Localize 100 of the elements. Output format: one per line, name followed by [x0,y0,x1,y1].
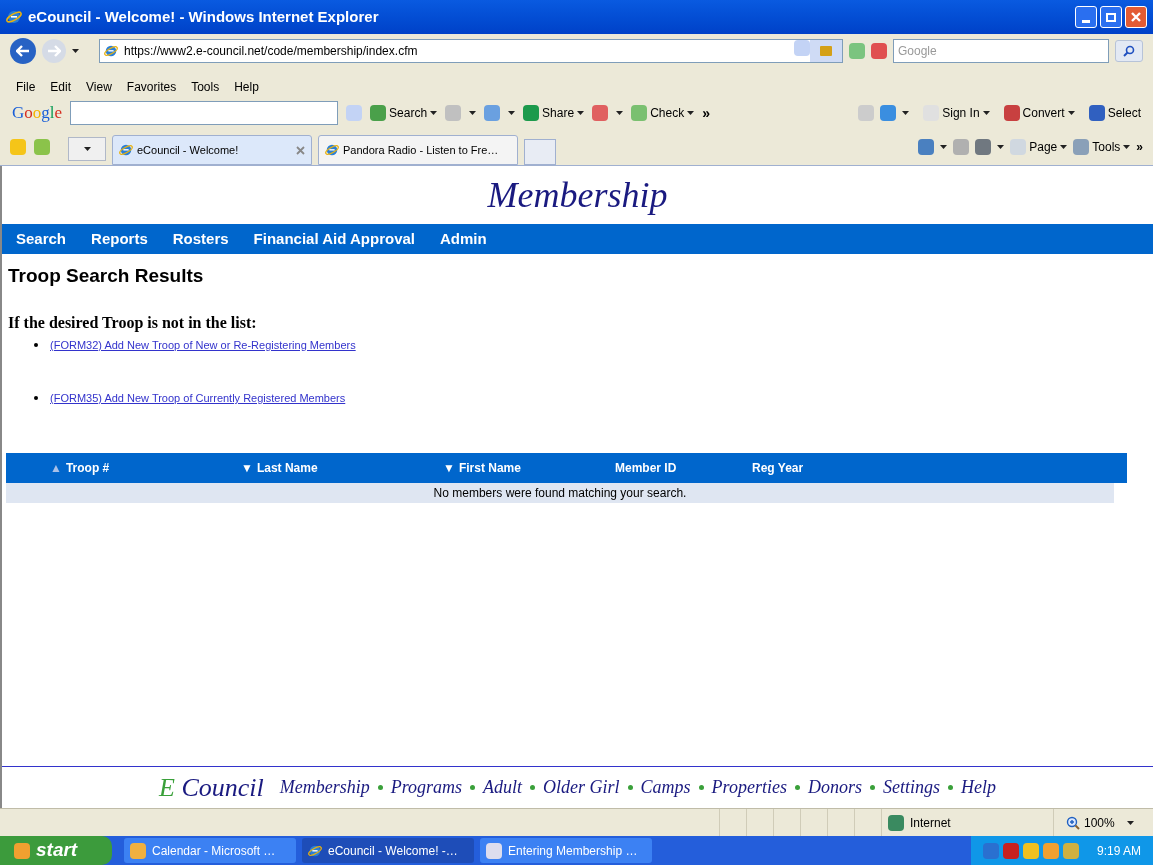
url-text: https://www2.e-council.net/code/membership/index.cfm [124,43,418,60]
footer-link[interactable]: Membership [279,774,370,801]
caret-icon[interactable] [83,147,91,151]
sort-arrow-icon[interactable]: ▼ [443,458,455,477]
footer-link[interactable]: Properties [711,774,787,801]
back-arrow-icon[interactable] [16,45,30,57]
footer-link[interactable]: Older Girl [543,774,620,801]
toolbar-button[interactable]: Convert [1003,104,1075,122]
globe-e-icon [308,843,322,858]
caret-icon[interactable] [1060,144,1068,149]
security-zone: Internet [910,814,951,832]
bullet-icon [627,785,633,790]
toolbar-button[interactable]: Select [1088,104,1141,122]
caret-icon[interactable] [577,111,585,115]
taskbar-button[interactable]: Entering Membership … [480,838,652,863]
globe-e-icon [325,143,339,157]
command-button[interactable]: Page [1010,137,1068,156]
caret-icon[interactable] [997,144,1005,149]
caret-icon[interactable] [616,111,624,115]
bullet-icon [470,785,476,790]
bullet-icon [530,785,536,790]
start-button[interactable]: start [0,836,112,865]
footer-link[interactable]: Help [960,774,996,801]
caret-icon[interactable] [1067,111,1075,115]
globe-e-icon [6,9,22,25]
footer-link[interactable]: Programs [390,774,463,801]
bullet-icon [794,785,800,790]
zoom-icon[interactable] [1066,815,1080,830]
zoom-level[interactable]: 100% [1084,813,1115,832]
caret-icon[interactable] [902,111,910,115]
column-header[interactable]: ▼ Last Name [241,458,443,477]
footer-link[interactable]: Donors [807,774,862,801]
form-link[interactable]: (FORM32) Add New Troop of New or Re-Registering Members [50,336,356,353]
padlock-icon[interactable] [810,40,842,62]
empty-result-row: No members were found matching your search. [6,482,1114,503]
clock: 9:19 AM [1096,842,1141,860]
caret-icon[interactable] [469,111,477,115]
search-field[interactable]: Google [893,39,1109,63]
google-logo: Google [12,102,63,125]
bullet-icon [34,342,38,347]
nav-link[interactable]: Financial Aid Approval [253,227,415,251]
caret-icon[interactable] [1123,144,1131,149]
nav-link[interactable]: Search [16,227,67,251]
nav-link[interactable]: Reports [91,227,148,251]
bullet-icon [947,785,953,790]
search-button[interactable] [1115,40,1143,62]
new-tab-button[interactable] [524,139,556,165]
address-field[interactable]: https://www2.e-council.net/code/membership/index.cfm [99,39,843,63]
toolbar-button[interactable]: Check [631,104,695,122]
restore-button[interactable] [1100,6,1122,28]
menu-item[interactable]: File [16,78,36,96]
caret-icon[interactable] [508,111,516,115]
toolbar-button[interactable]: » [702,102,710,124]
footer-link[interactable]: Camps [640,774,691,801]
back-button[interactable] [10,38,36,64]
column-header[interactable]: Reg Year [752,458,872,477]
close-tab-icon[interactable] [296,145,305,155]
globe-e-icon [104,44,118,58]
toolbar-button[interactable]: Share [523,104,585,122]
footer-link[interactable]: Settings [882,774,940,801]
bullet-icon [698,785,704,790]
instructions-heading: If the desired Troop is not in the list: [7,312,258,334]
results-heading: Troop Search Results [7,264,205,288]
column-header[interactable]: ▼ First Name [443,458,615,477]
nav-link[interactable]: Rosters [172,227,229,251]
caret-icon[interactable] [687,111,695,115]
bullet-icon [34,396,38,401]
toolbar-button[interactable]: Sign In [923,104,990,122]
taskbar-button[interactable]: Calendar - Microsoft … [124,838,296,863]
google-search-field[interactable] [70,101,339,125]
browser-tab[interactable]: Pandora Radio - Listen to Fre… [318,135,518,165]
menu-item[interactable]: Edit [50,78,72,96]
bullet-icon [869,785,875,790]
command-button[interactable]: Tools [1073,137,1131,156]
toolbar-button[interactable]: Search [370,104,438,122]
command-button[interactable]: » [1136,137,1143,156]
minimize-button[interactable] [1075,6,1097,28]
menu-item[interactable]: Help [234,78,259,96]
nav-link[interactable]: Admin [440,227,487,251]
browser-tab[interactable]: eCouncil - Welcome! [112,135,312,165]
globe-e-icon [119,143,133,157]
column-header[interactable]: Member ID [615,458,752,477]
form-link[interactable]: (FORM35) Add New Troop of Currently Registered Members [50,390,346,407]
caret-icon[interactable] [982,111,990,115]
window-title: eCouncil - Welcome! - Windows Internet Explorer [28,6,379,27]
column-header[interactable]: ▲ Troop # [6,458,241,477]
sort-arrow-icon[interactable]: ▼ [241,458,253,477]
footer-link[interactable]: Adult [483,774,523,801]
caret-icon[interactable] [72,49,79,53]
page-title: Membership [486,174,669,217]
caret-icon[interactable] [430,111,438,115]
close-icon[interactable] [1130,11,1142,23]
close-button[interactable] [1125,6,1147,28]
menu-item[interactable]: Tools [191,78,220,96]
taskbar-button[interactable]: eCouncil - Welcome! -… [302,838,474,863]
menu-item[interactable]: View [86,78,112,96]
menu-item[interactable]: Favorites [126,78,177,96]
caret-icon[interactable] [1126,820,1134,825]
bullet-icon [377,785,383,790]
caret-icon[interactable] [940,144,948,149]
